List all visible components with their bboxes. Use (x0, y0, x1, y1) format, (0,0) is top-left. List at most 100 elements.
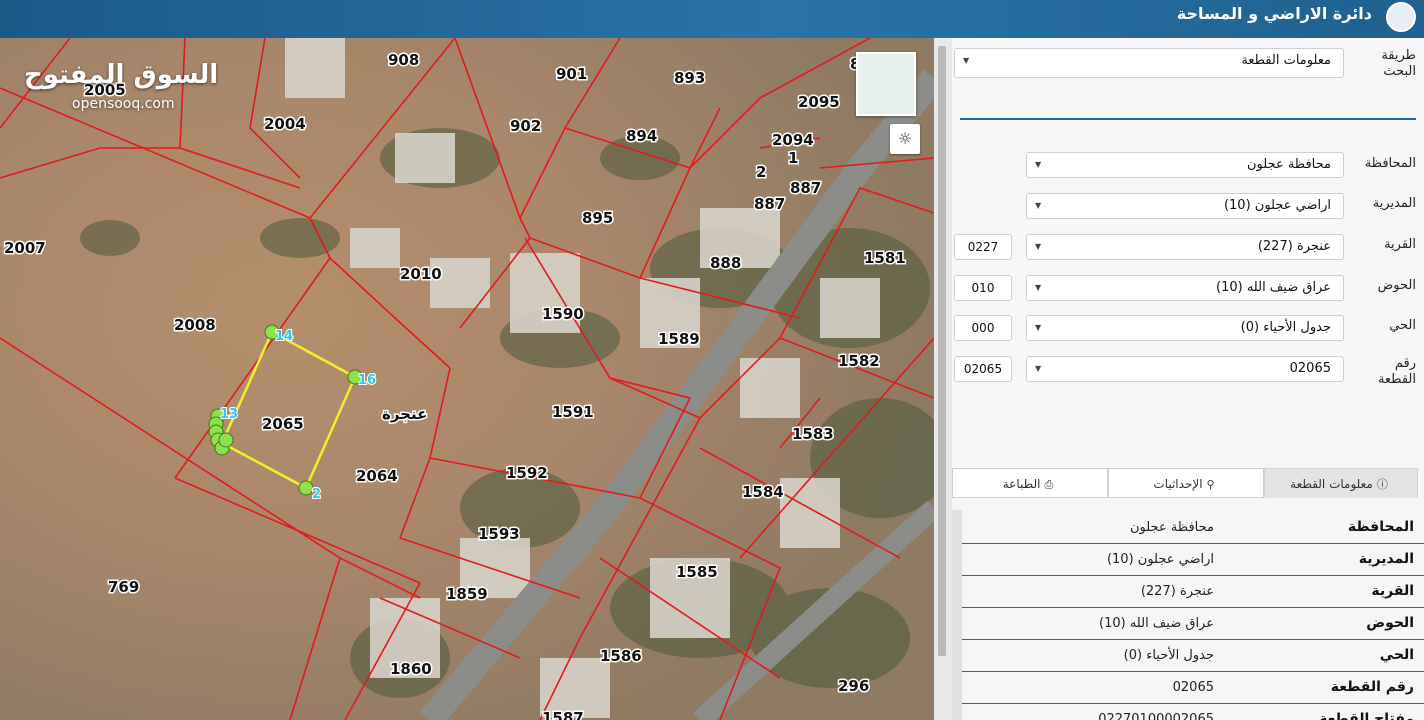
parcel-number-label: 2095 (798, 93, 840, 111)
info-value: عراق ضيف الله (10) (1099, 616, 1214, 631)
minimap-thumbnail[interactable] (856, 52, 916, 116)
scrollbar-thumb[interactable] (938, 46, 946, 656)
parcel-number-label: 1589 (658, 330, 700, 348)
basin-label: الحوض (1377, 278, 1416, 293)
tab-coordinates-label: الإحداثيات (1153, 477, 1203, 491)
search-method-select[interactable]: معلومات القطعة ▼ (954, 48, 1344, 78)
vertex-number-label: 2 (312, 487, 321, 502)
info-value: اراضي عجلون (10) (1106, 552, 1214, 567)
parcel-number-label: عنجرة (382, 405, 427, 423)
info-row: المحافظة محافظة عجلون (962, 512, 1424, 544)
info-value: جدول الأحياء (0) (1123, 648, 1214, 663)
tab-print-label: الطباعة (1002, 477, 1041, 491)
info-row: القرية عنجرة (227) (962, 576, 1424, 608)
parcel-number-label: 887 (790, 179, 821, 197)
parcel-code-input[interactable]: 02065 (954, 356, 1012, 382)
chevron-down-icon: ▼ (1035, 283, 1042, 292)
basin-value: عراق ضيف الله (10) (1216, 280, 1331, 295)
parcel-number-label: 1592 (506, 464, 548, 482)
panel-divider (960, 118, 1416, 120)
parcel-number-label: 1 (788, 149, 798, 167)
tab-parcel-info[interactable]: ⓘمعلومات القطعة (1264, 468, 1418, 498)
parcel-number-label: 2007 (4, 239, 46, 257)
district-code-input[interactable]: 000 (954, 315, 1012, 341)
emblem-icon (1386, 2, 1416, 32)
info-value: 02270100002065 (1098, 712, 1214, 720)
parcel-number-label: 1860 (390, 660, 432, 678)
app-header: دائرة الاراضي و المساحة (0, 0, 1424, 38)
parcel-number-label: 1584 (742, 483, 784, 501)
parcel-number-label: 901 (556, 65, 587, 83)
district-select[interactable]: جدول الأحياء (0) ▼ (1026, 315, 1344, 341)
print-icon: ⎙ (1044, 478, 1054, 491)
parcel-number-label: 1582 (838, 352, 880, 370)
info-key: الحي (1379, 647, 1414, 663)
parcel-number-label: 908 (388, 51, 419, 69)
satellite-map[interactable]: 9088852005901893209520049028942094128878… (0, 38, 934, 720)
directorate-label: المديرية (1372, 196, 1416, 211)
village-code-input[interactable]: 0227 (954, 234, 1012, 260)
parcel-number-label: 1581 (864, 249, 906, 267)
vertex-number-label: 14 (275, 329, 293, 344)
info-value: محافظة عجلون (1129, 520, 1214, 535)
governorate-label: المحافظة (1364, 156, 1416, 171)
tab-parcel-info-label: معلومات القطعة (1290, 477, 1373, 491)
parcel-number-label: 1590 (542, 305, 584, 323)
basin-select[interactable]: عراق ضيف الله (10) ▼ (1026, 275, 1344, 301)
parcel-number-label: 888 (710, 254, 741, 272)
info-key: مفتاح القطعة (1319, 711, 1414, 720)
parcel-number-label: 2064 (356, 467, 398, 485)
info-key: المحافظة (1347, 519, 1414, 535)
village-select[interactable]: عنجرة (227) ▼ (1026, 234, 1344, 260)
directorate-select[interactable]: اراضي عجلون (10) ▼ (1026, 193, 1344, 219)
search-panel: طريقة البحث معلومات القطعة ▼ المحافظة مح… (952, 38, 1424, 720)
chevron-down-icon: ▼ (1035, 364, 1042, 373)
pin-icon: ⚲ (1206, 478, 1215, 491)
search-method-label: طريقة البحث (1381, 48, 1416, 79)
parcel-number-label: 1585 (676, 563, 718, 581)
info-icon: ⓘ (1376, 478, 1388, 491)
sun-icon[interactable]: ☼ (890, 124, 920, 154)
parcel-number-label: 2010 (400, 265, 442, 283)
parcel-value: 02065 (1289, 361, 1331, 376)
parcel-number-label: 2008 (174, 316, 216, 334)
watermark-arabic: السوق المفتوح (24, 60, 219, 90)
governorate-select[interactable]: محافظة عجلون ▼ (1026, 152, 1344, 178)
result-tabs: ⓘمعلومات القطعة ⚲الإحداثيات ⎙الطباعة (952, 468, 1424, 498)
info-scroll-rail[interactable] (952, 510, 962, 720)
info-row: المديرية اراضي عجلون (10) (962, 544, 1424, 576)
parcel-number-label: 887 (754, 195, 785, 213)
info-key: رقم القطعة (1330, 679, 1414, 695)
parcel-select[interactable]: 02065 ▼ (1026, 356, 1344, 382)
search-method-value: معلومات القطعة (1241, 53, 1331, 68)
parcel-number-label: 2004 (264, 115, 306, 133)
info-value: عنجرة (227) (1140, 584, 1214, 599)
info-row: رقم القطعة 02065 (962, 672, 1424, 704)
tab-coordinates[interactable]: ⚲الإحداثيات (1108, 468, 1264, 498)
parcel-number-label: 2 (756, 163, 766, 181)
parcel-number-label: 2094 (772, 131, 814, 149)
parcel-number-label: 1583 (792, 425, 834, 443)
parcel-number-label: 2065 (262, 415, 304, 433)
info-row: مفتاح القطعة 02270100002065 (962, 704, 1424, 720)
tab-print[interactable]: ⎙الطباعة (952, 468, 1108, 498)
governorate-value: محافظة عجلون (1246, 157, 1331, 172)
parcel-number-label: 893 (674, 69, 705, 87)
map-scrollbar[interactable] (934, 38, 952, 720)
parcel-number-label: 895 (582, 209, 613, 227)
parcel-number-label: 894 (626, 127, 657, 145)
info-row: الحي جدول الأحياء (0) (962, 640, 1424, 672)
info-row: الحوض عراق ضيف الله (10) (962, 608, 1424, 640)
vertex-number-label: 16 (358, 373, 376, 388)
chevron-down-icon: ▼ (1035, 201, 1042, 210)
map-canvas[interactable]: 9088852005901893209520049028942094128878… (0, 38, 934, 720)
basin-code-input[interactable]: 010 (954, 275, 1012, 301)
parcel-number-label: 1587 (542, 709, 584, 720)
parcel-number-label: 1586 (600, 647, 642, 665)
district-value: جدول الأحياء (0) (1240, 320, 1331, 335)
village-value: عنجرة (227) (1257, 239, 1331, 254)
watermark-latin: opensooq.com (72, 96, 175, 112)
chevron-down-icon: ▼ (1035, 242, 1042, 251)
parcel-number-label: 296 (838, 677, 869, 695)
parcel-number-label: 1591 (552, 403, 594, 421)
